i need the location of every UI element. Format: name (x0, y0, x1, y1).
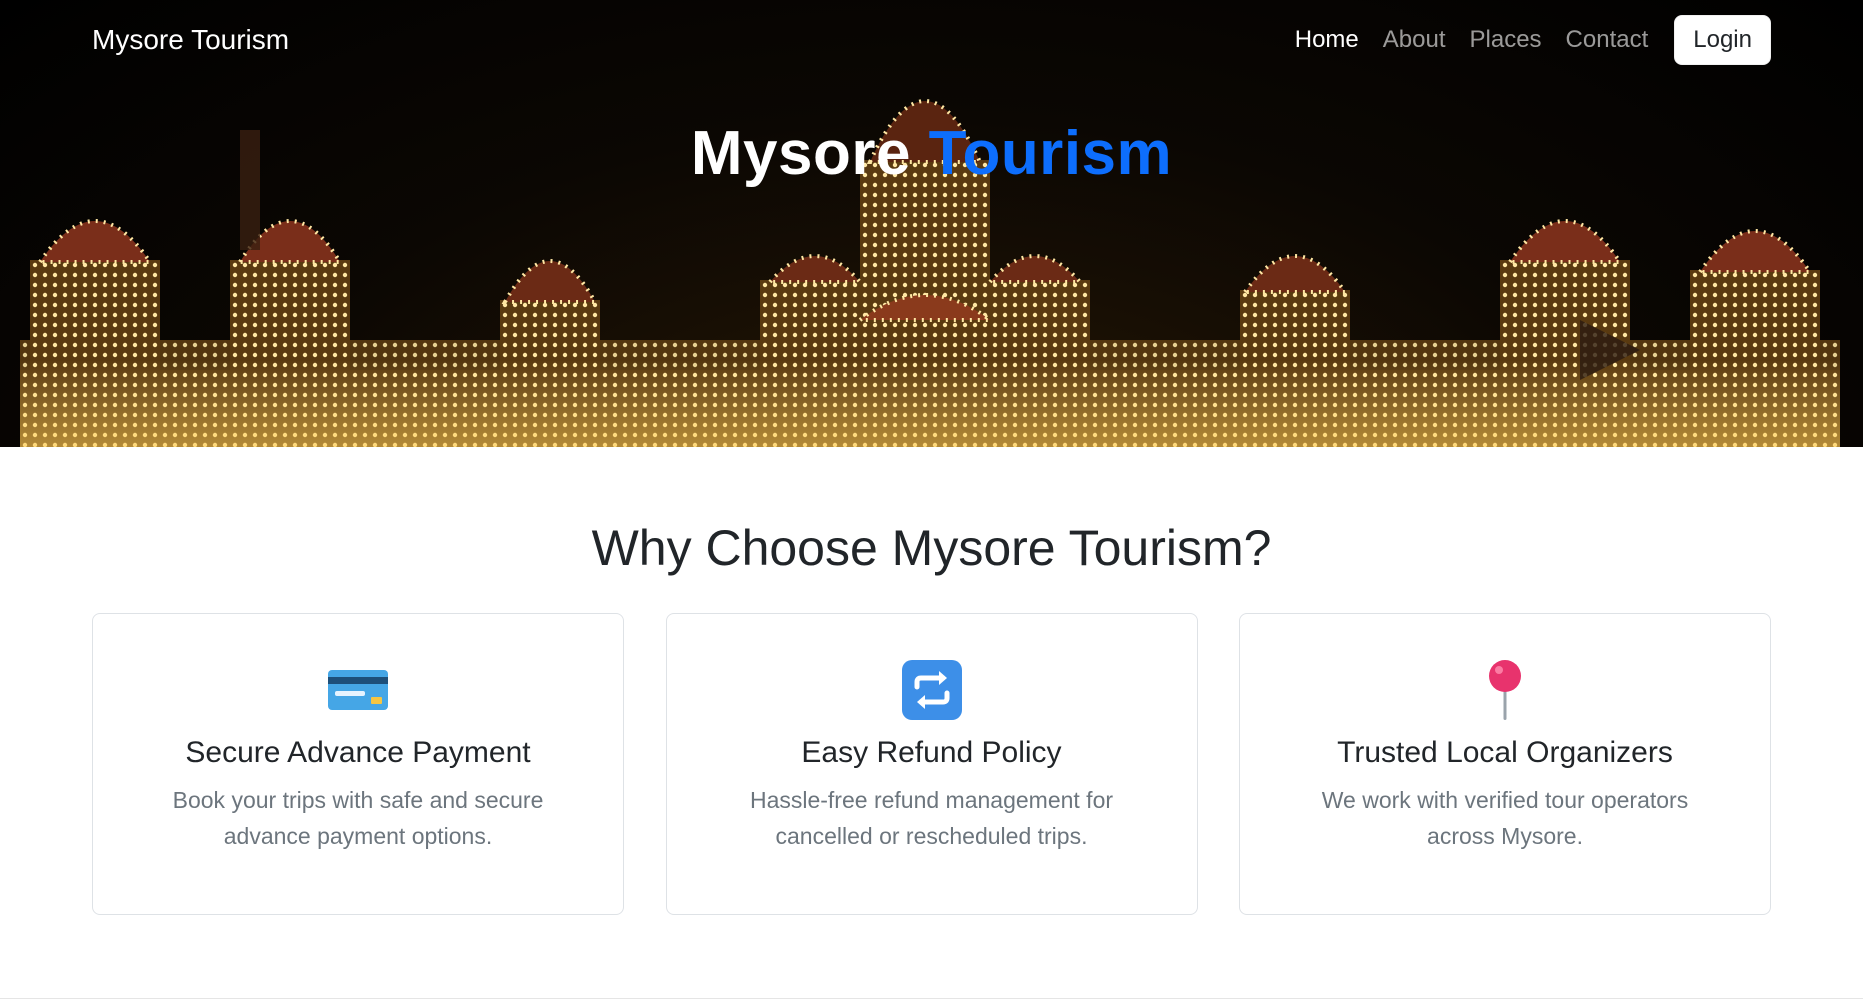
login-button[interactable]: Login (1674, 15, 1771, 65)
feature-card-text: We work with verified tour operators acr… (1321, 787, 1689, 849)
hero-title: Mysore Tourism (0, 118, 1863, 189)
footer-divider (0, 998, 1863, 999)
feature-card-title: Trusted Local Organizers (1337, 736, 1673, 769)
nav-link-about[interactable]: About (1383, 26, 1446, 54)
nav-link-places[interactable]: Places (1470, 26, 1542, 54)
hero-title-word-1: Mysore (690, 119, 911, 188)
feature-card-organizers: Trusted Local Organizers We work with ve… (1239, 613, 1771, 915)
nav-link-home[interactable]: Home (1295, 26, 1359, 54)
credit-card-icon (326, 658, 390, 722)
feature-card-title: Easy Refund Policy (801, 736, 1062, 769)
hero-banner: Mysore Tourism Home About Places Contact… (0, 0, 1863, 447)
feature-cards: Secure Advance Payment Book your trips w… (0, 613, 1863, 915)
feature-card-payment: Secure Advance Payment Book your trips w… (92, 613, 624, 915)
feature-card-title: Secure Advance Payment (185, 736, 531, 769)
nav-links: Home About Places Contact Login (1295, 15, 1771, 65)
repeat-arrows-icon (900, 658, 964, 722)
feature-card-text: Book your trips with safe and secure adv… (172, 787, 544, 849)
section-title: Why Choose Mysore Tourism? (591, 520, 1272, 576)
features-section: Why Choose Mysore Tourism? Secure Advanc… (0, 447, 1863, 915)
pushpin-icon (1473, 658, 1537, 722)
feature-card-text: Hassle-free refund management for cancel… (749, 787, 1114, 849)
nav-link-contact[interactable]: Contact (1566, 26, 1649, 54)
brand-logo-text[interactable]: Mysore Tourism (92, 24, 289, 56)
top-navbar: Mysore Tourism Home About Places Contact… (0, 0, 1863, 80)
hero-title-word-2: Tourism (928, 119, 1173, 188)
feature-card-refund: Easy Refund Policy Hassle-free refund ma… (665, 613, 1198, 915)
